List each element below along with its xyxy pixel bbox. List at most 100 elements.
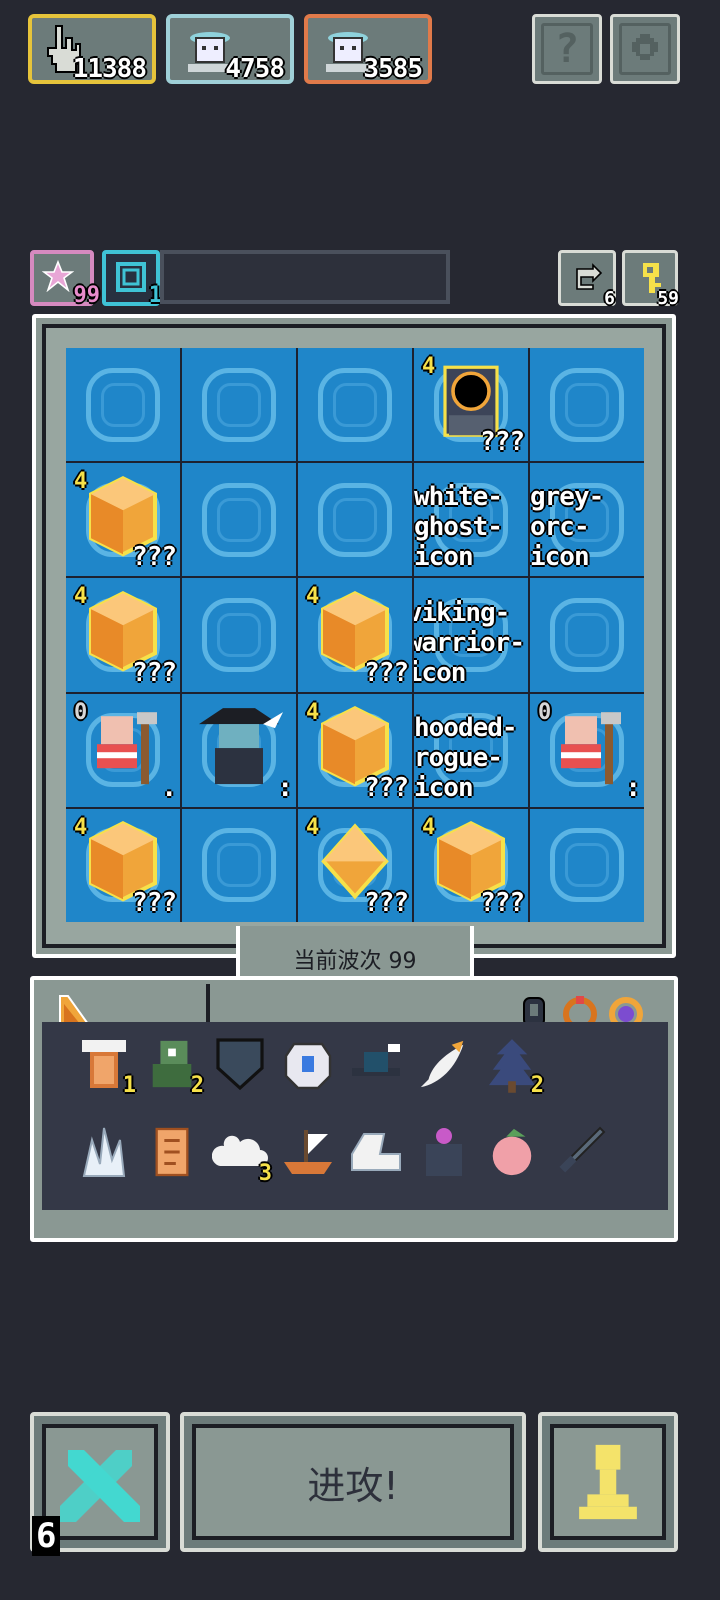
currency-spirit-red: 3585 [304, 14, 432, 84]
board-cell[interactable]: 4??? [298, 693, 412, 807]
star-icon [42, 260, 74, 292]
star-buff[interactable]: 99 [30, 250, 100, 308]
water-tile [550, 828, 624, 903]
tile-level: 4 [306, 814, 320, 840]
tile-unknown-value: white-ghost-icon [414, 482, 503, 573]
short-sword-icon [552, 1124, 608, 1184]
white-boot-icon [348, 1129, 404, 1179]
tile-unknown-value: hooded-rogue-icon [414, 712, 518, 803]
board-cell[interactable]: 0. [66, 693, 180, 807]
inventory-slot[interactable] [410, 1120, 478, 1188]
tile-level: 0 [74, 699, 88, 725]
inventory-slot[interactable]: 1 [70, 1032, 138, 1100]
inventory-slot[interactable] [70, 1120, 138, 1188]
tile-unknown-value: . [161, 772, 177, 803]
board-cell[interactable]: grey-orc-icon [530, 463, 644, 577]
inventory-slot[interactable] [138, 1120, 206, 1188]
board-cell[interactable]: 0: [530, 693, 644, 807]
inventory-slot[interactable]: 2 [138, 1032, 206, 1100]
board-cell[interactable]: : [182, 693, 296, 807]
peach-fruit-icon [487, 1125, 537, 1183]
blue-shield-icon [214, 1036, 266, 1096]
inventory-slot[interactable] [274, 1120, 342, 1188]
feather-icon [417, 1036, 471, 1096]
board-cell[interactable] [182, 578, 296, 692]
inventory-slot[interactable] [206, 1032, 274, 1100]
tile-unknown-value: ??? [480, 427, 525, 458]
inventory-slot[interactable] [274, 1032, 342, 1100]
sapphire-badge-icon [282, 1036, 334, 1096]
item-count: 2 [530, 1073, 544, 1098]
tile-level: 4 [422, 354, 436, 379]
inventory-slot[interactable] [410, 1032, 478, 1100]
tile-level: 4 [74, 584, 88, 610]
progress-bar [160, 250, 450, 304]
water-tile [202, 597, 276, 672]
inventory-slot[interactable]: 3 [206, 1120, 274, 1188]
board-cell[interactable] [530, 808, 644, 922]
game-board: 4??? 4??? white-ghost-icon grey-orc-icon 4??… [66, 348, 644, 922]
dark-flower-icon [418, 1124, 470, 1184]
tile-unknown-value: grey-orc-icon [530, 482, 604, 573]
tile-level: 0 [538, 699, 552, 725]
inventory-slot[interactable]: 2 [478, 1032, 546, 1100]
pawn-button[interactable] [538, 1412, 678, 1552]
tile-unknown-value: ??? [132, 542, 177, 573]
board-cell[interactable] [182, 808, 296, 922]
board-cell[interactable]: hooded-rogue-icon [414, 693, 528, 807]
currency-clicks: 11388 [28, 14, 156, 84]
tile-unknown-value: : [277, 772, 293, 803]
board-cell[interactable]: 4??? [298, 808, 412, 922]
item-count: 1 [122, 1073, 136, 1098]
sailing-ship-icon [280, 1126, 336, 1182]
board-cell[interactable] [530, 348, 644, 462]
currency-value: 11388 [72, 54, 147, 84]
help-button[interactable]: ? [532, 14, 602, 84]
board-cell[interactable] [182, 348, 296, 462]
water-tile [318, 367, 392, 442]
key-count: 59 [657, 288, 679, 309]
board-cell[interactable] [298, 463, 412, 577]
inventory-slot[interactable] [546, 1120, 614, 1188]
tile-level: 4 [422, 814, 436, 840]
board-cell[interactable] [66, 348, 180, 462]
water-tile [202, 482, 276, 557]
refresh-button[interactable]: 6 [558, 250, 616, 309]
board-cell[interactable] [182, 463, 296, 577]
board-cell[interactable]: 4??? [66, 578, 180, 692]
board-cell[interactable] [530, 578, 644, 692]
board-cell[interactable]: 4??? [66, 463, 180, 577]
inventory-slot[interactable] [342, 1120, 410, 1188]
inventory-slot[interactable] [478, 1120, 546, 1188]
ice-crystal-icon [76, 1124, 132, 1184]
scroll-icon [149, 1124, 195, 1184]
board-cell[interactable]: 4??? [414, 348, 528, 462]
wizard-hat-icon [191, 700, 287, 796]
tile-level: 4 [306, 584, 320, 610]
water-tile [318, 482, 392, 557]
refresh-icon [576, 263, 603, 290]
board-cell[interactable]: white-ghost-icon [414, 463, 528, 577]
clock-buff[interactable]: 1 [102, 250, 162, 308]
board-cell[interactable]: viking-warrior-icon [414, 578, 528, 692]
water-tile [550, 597, 624, 672]
tile-unknown-value: ??? [132, 657, 177, 688]
swords-button[interactable]: 6 [30, 1412, 170, 1556]
help-icon: ? [541, 23, 593, 75]
inventory-tab[interactable] [38, 984, 210, 1025]
attack-button[interactable]: 进攻! [180, 1412, 526, 1552]
board-cell[interactable] [298, 348, 412, 462]
tile-unknown-value: ??? [364, 657, 409, 688]
currency-spirit: 4758 [166, 14, 294, 84]
inventory-slot[interactable] [342, 1032, 410, 1100]
tile-unknown-value: viking-warrior-icon [414, 597, 525, 688]
board-cell[interactable]: 4??? [298, 578, 412, 692]
old-pirate-icon [81, 703, 165, 793]
pawn-icon [579, 1444, 637, 1520]
old-pirate-icon [545, 703, 629, 793]
settings-button[interactable] [610, 14, 680, 84]
board-cell[interactable]: 4??? [414, 808, 528, 922]
water-tile [86, 367, 160, 442]
board-cell[interactable]: 4??? [66, 808, 180, 922]
key-button[interactable]: 59 [622, 250, 679, 309]
